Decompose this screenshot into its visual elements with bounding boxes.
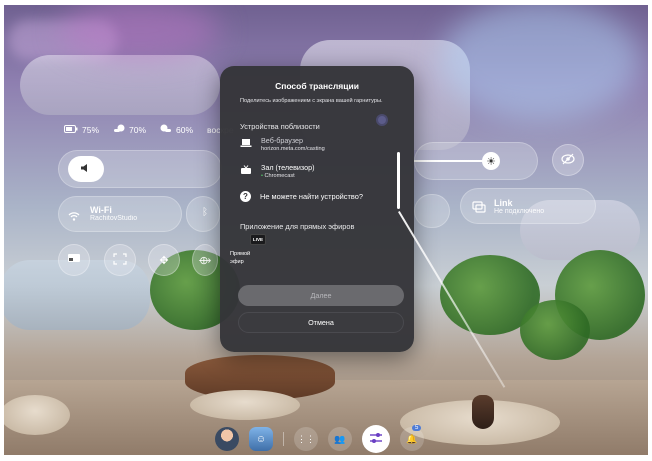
- cast-icon: [67, 253, 81, 268]
- link-tile-text: Link Не подключено: [494, 198, 544, 215]
- live-app-item[interactable]: LIVE: [250, 234, 272, 245]
- grid-icon: ⋮⋮: [297, 433, 315, 444]
- eye-off-icon: [561, 153, 575, 168]
- cant-find-device-text: Не можете найти устройство?: [260, 192, 363, 201]
- wifi-icon: [68, 208, 80, 226]
- headset-battery-value: 75%: [82, 125, 100, 135]
- people-icon: 👥: [334, 433, 346, 444]
- battery-status-row: 75% 70% 60% воскре: [64, 124, 234, 136]
- bell-icon: 🔔: [406, 433, 418, 444]
- device-share-icon: ⟴: [198, 254, 212, 267]
- device-type: Chromecast: [264, 173, 295, 179]
- move-arrows-icon: ✥: [159, 254, 169, 267]
- quick-settings-button[interactable]: [362, 425, 390, 453]
- share-device-button[interactable]: ⟴: [192, 244, 218, 276]
- controller-icon: [113, 124, 125, 136]
- nearby-devices-heading: Устройства поблизости: [240, 122, 320, 131]
- people-button[interactable]: 👥: [328, 427, 352, 451]
- cast-screen-button[interactable]: [58, 244, 90, 276]
- quick-tile-partial[interactable]: [414, 194, 450, 228]
- divider: [283, 432, 284, 446]
- notifications-button[interactable]: 🔔 5: [400, 425, 424, 451]
- cast-dialog: Способ трансляции Поделитесь изображение…: [220, 66, 414, 352]
- question-icon: ?: [240, 191, 251, 202]
- speaker-icon: [80, 160, 92, 178]
- record-frame-icon: [113, 252, 127, 268]
- universal-menu-taskbar: ☺ ⋮⋮ 👥 🔔 5: [215, 425, 424, 453]
- live-app-icon: LIVE: [250, 234, 266, 245]
- laptop-icon: [240, 138, 252, 148]
- device-address: horizon.meta.com/casting: [261, 146, 325, 152]
- sliders-icon: [369, 432, 383, 447]
- brightness-slider-handle[interactable]: ☀: [482, 152, 500, 170]
- tv-icon: [240, 165, 252, 175]
- bluetooth-icon: ᛒ: [202, 207, 208, 218]
- live-apps-heading: Приложение для прямых эфиров: [240, 222, 355, 231]
- avatar-app-button[interactable]: ☺: [249, 427, 273, 451]
- device-list-scrollbar[interactable]: [397, 152, 400, 209]
- battery-icon: [64, 125, 78, 135]
- link-status: Не подключено: [494, 208, 545, 215]
- controller-model: [472, 395, 494, 429]
- device-name: Веб-браузер: [261, 136, 304, 145]
- device-web-browser[interactable]: Веб-браузер horizon.meta.com/casting: [240, 136, 390, 152]
- dialog-subtitle: Поделитесь изображением с экрана вашей г…: [240, 98, 383, 104]
- left-controller-battery: 70%: [113, 124, 146, 136]
- passthrough-toggle-button[interactable]: [552, 144, 584, 176]
- next-button[interactable]: Далее: [238, 285, 404, 306]
- left-controller-battery-value: 70%: [129, 125, 147, 135]
- notification-count-badge: 5: [412, 425, 422, 431]
- controller-icon: [160, 124, 172, 136]
- wifi-network-name: RachitovStudio: [90, 215, 138, 222]
- link-title: Link: [494, 198, 513, 208]
- cant-find-device-link[interactable]: ? Не можете найти устройство?: [240, 191, 363, 202]
- headset-battery: 75%: [64, 125, 99, 135]
- wifi-tile-text: Wi-Fi RachitovStudio: [90, 205, 137, 222]
- profile-avatar[interactable]: [215, 427, 239, 451]
- device-living-room-tv[interactable]: Зал (телевизор) • Chromecast: [240, 163, 390, 179]
- avatar-figure-icon: ☺: [255, 433, 267, 445]
- volume-slider-handle[interactable]: [68, 156, 104, 182]
- sun-icon: ☀: [486, 155, 496, 168]
- device-name: Зал (телевизор): [261, 163, 315, 172]
- screen-record-button[interactable]: [104, 244, 136, 276]
- searching-spinner-icon: [376, 114, 388, 126]
- wifi-title: Wi-Fi: [90, 205, 112, 215]
- right-controller-battery-value: 60%: [176, 125, 194, 135]
- brightness-slider-track: [414, 160, 490, 162]
- live-app-label: Прямой эфир: [230, 251, 251, 265]
- app-library-button[interactable]: ⋮⋮: [294, 427, 318, 451]
- cancel-button[interactable]: Отмена: [238, 312, 404, 333]
- link-icon: [472, 200, 486, 218]
- recenter-button[interactable]: ✥: [148, 244, 180, 276]
- dialog-title: Способ трансляции: [275, 81, 359, 91]
- right-controller-battery: 60%: [160, 124, 193, 136]
